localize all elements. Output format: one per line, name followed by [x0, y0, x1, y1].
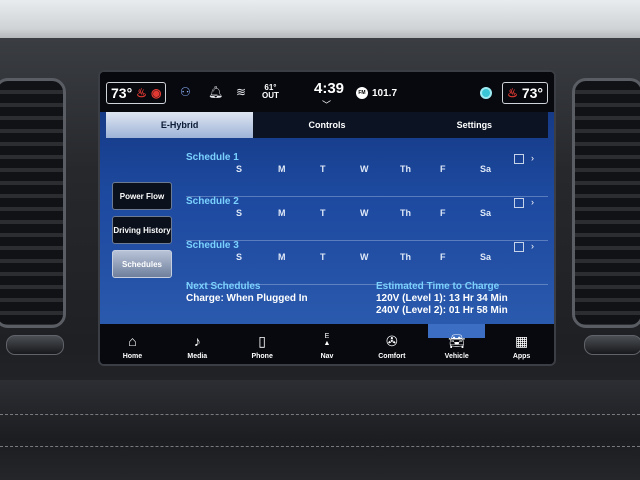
- day-label: Sa: [480, 208, 492, 218]
- car-icon: 🚘︎: [447, 332, 466, 349]
- day-label: Th: [400, 164, 411, 174]
- clock: 4:39: [314, 80, 345, 97]
- day-label: F: [440, 252, 446, 262]
- status-bar: 73° ♨ ◉ ⚇ 🔔︎ ≋ 61° OUT 4:39 ﹀ FM 101.7 ♨…: [100, 72, 554, 112]
- schedule-days: S M T W Th F Sa: [230, 252, 510, 264]
- schedules-button[interactable]: Schedules: [112, 250, 172, 278]
- radio-frequency: 101.7: [372, 87, 398, 99]
- day-label: S: [236, 208, 243, 218]
- navigation-icon: E ▲: [323, 332, 331, 347]
- left-hazard-knob: [6, 335, 64, 355]
- right-hazard-knob: [584, 335, 640, 355]
- compass-heading: E: [324, 332, 330, 340]
- apps-grid-icon: ▦: [514, 332, 529, 349]
- nav-vehicle[interactable]: 🚘︎ Vehicle: [424, 324, 489, 364]
- nav-label: Apps: [512, 352, 531, 360]
- chevron-right-icon[interactable]: ›: [531, 197, 534, 207]
- day-label: M: [278, 208, 286, 218]
- schedule-row-3[interactable]: Schedule 3 S M T W Th F Sa ›: [186, 240, 548, 285]
- schedule-days: S M T W Th F Sa: [230, 208, 510, 220]
- chevron-down-icon[interactable]: ﹀: [322, 98, 331, 111]
- day-label: W: [360, 208, 369, 218]
- day-label: T: [320, 164, 326, 174]
- leather-trim: [0, 380, 640, 480]
- day-label: S: [236, 164, 243, 174]
- outside-temp-label: OUT: [262, 91, 279, 100]
- tab-settings[interactable]: Settings: [401, 112, 548, 138]
- music-note-icon: ♪: [193, 332, 201, 349]
- fm-radio-icon: FM: [356, 87, 368, 99]
- chevron-right-icon[interactable]: ›: [531, 241, 534, 251]
- nav-label: Comfort: [378, 352, 406, 360]
- nav-apps[interactable]: ▦ Apps: [489, 324, 554, 364]
- power-flow-button[interactable]: Power Flow: [112, 182, 172, 210]
- tab-bar: E-Hybrid Controls Settings: [106, 112, 548, 138]
- nav-home[interactable]: ⌂ Home: [100, 324, 165, 364]
- day-label: W: [360, 252, 369, 262]
- wifi-icon: ≋: [236, 85, 247, 99]
- nav-comfort[interactable]: ✇ Comfort: [359, 324, 424, 364]
- charge-level1-time: 120V (Level 1): 13 Hr 34 Min: [376, 293, 508, 304]
- nav-label: Phone: [251, 352, 273, 360]
- heated-seat-icon: ♨: [507, 86, 518, 100]
- trim-stitching: [0, 414, 640, 415]
- radio-station[interactable]: FM 101.7: [356, 87, 397, 99]
- nav-label: Vehicle: [444, 352, 469, 360]
- day-label: Sa: [480, 252, 492, 262]
- day-label: Th: [400, 208, 411, 218]
- driver-temp: 73°: [111, 85, 133, 101]
- schedule-name: Schedule 1: [186, 152, 239, 163]
- chevron-right-icon[interactable]: ›: [531, 153, 534, 163]
- schedule-enable-checkbox[interactable]: [514, 242, 524, 252]
- schedule-row-1[interactable]: Schedule 1 S M T W Th F Sa ›: [186, 152, 548, 197]
- day-label: S: [236, 252, 243, 262]
- next-schedules-value: Charge: When Plugged In: [186, 293, 308, 304]
- passenger-climate-button[interactable]: ♨ 73°: [502, 82, 548, 104]
- day-label: T: [320, 252, 326, 262]
- left-air-vent: [0, 78, 66, 328]
- schedule-name: Schedule 3: [186, 240, 239, 251]
- nav-label: Nav: [320, 352, 334, 360]
- right-air-vent: [572, 78, 640, 328]
- outside-temperature: 61° OUT: [262, 84, 279, 100]
- nav-label: Media: [187, 352, 208, 360]
- day-label: M: [278, 252, 286, 262]
- heated-wheel-icon: ◉: [150, 86, 162, 100]
- heated-seat-icon: ♨: [136, 86, 147, 100]
- day-label: W: [360, 164, 369, 174]
- phone-icon: ▯: [258, 332, 266, 349]
- next-schedules-title: Next Schedules: [186, 281, 261, 292]
- nav-label: Home: [122, 352, 143, 360]
- climate-fan-icon: ✇: [386, 332, 398, 349]
- schedule-name: Schedule 2: [186, 196, 239, 207]
- driver-profile-icon[interactable]: ⚇: [180, 85, 191, 99]
- notification-bell-icon[interactable]: 🔔︎: [208, 85, 223, 99]
- charge-level2-time: 240V (Level 2): 01 Hr 58 Min: [376, 305, 508, 316]
- passenger-temp: 73°: [521, 85, 543, 101]
- infotainment-screen: 73° ♨ ◉ ⚇ 🔔︎ ≋ 61° OUT 4:39 ﹀ FM 101.7 ♨…: [98, 70, 556, 366]
- assistant-icon[interactable]: [480, 87, 492, 99]
- ehybrid-content: E-Hybrid Controls Settings Power Flow Dr…: [100, 112, 554, 324]
- estimated-charge-title: Estimated Time to Charge: [376, 281, 500, 292]
- trim-stitching: [0, 446, 640, 447]
- day-label: F: [440, 208, 446, 218]
- schedule-enable-checkbox[interactable]: [514, 198, 524, 208]
- nav-phone[interactable]: ▯ Phone: [230, 324, 295, 364]
- nav-media[interactable]: ♪ Media: [165, 324, 230, 364]
- day-label: T: [320, 208, 326, 218]
- driving-history-button[interactable]: Driving History: [112, 216, 172, 244]
- day-label: M: [278, 164, 286, 174]
- day-label: F: [440, 164, 446, 174]
- schedule-days: S M T W Th F Sa: [230, 164, 510, 176]
- tab-ehybrid[interactable]: E-Hybrid: [106, 112, 254, 138]
- tab-controls[interactable]: Controls: [253, 112, 400, 138]
- day-label: Th: [400, 252, 411, 262]
- home-icon: ⌂: [128, 332, 137, 349]
- schedule-row-2[interactable]: Schedule 2 S M T W Th F Sa ›: [186, 196, 548, 241]
- driver-climate-button[interactable]: 73° ♨ ◉: [106, 82, 167, 104]
- day-label: Sa: [480, 164, 492, 174]
- nav-navigation[interactable]: E ▲ Nav: [295, 324, 360, 364]
- bottom-nav-bar: ⌂ Home ♪ Media ▯ Phone E ▲ Nav ✇ Comfort …: [100, 324, 554, 364]
- schedule-enable-checkbox[interactable]: [514, 154, 524, 164]
